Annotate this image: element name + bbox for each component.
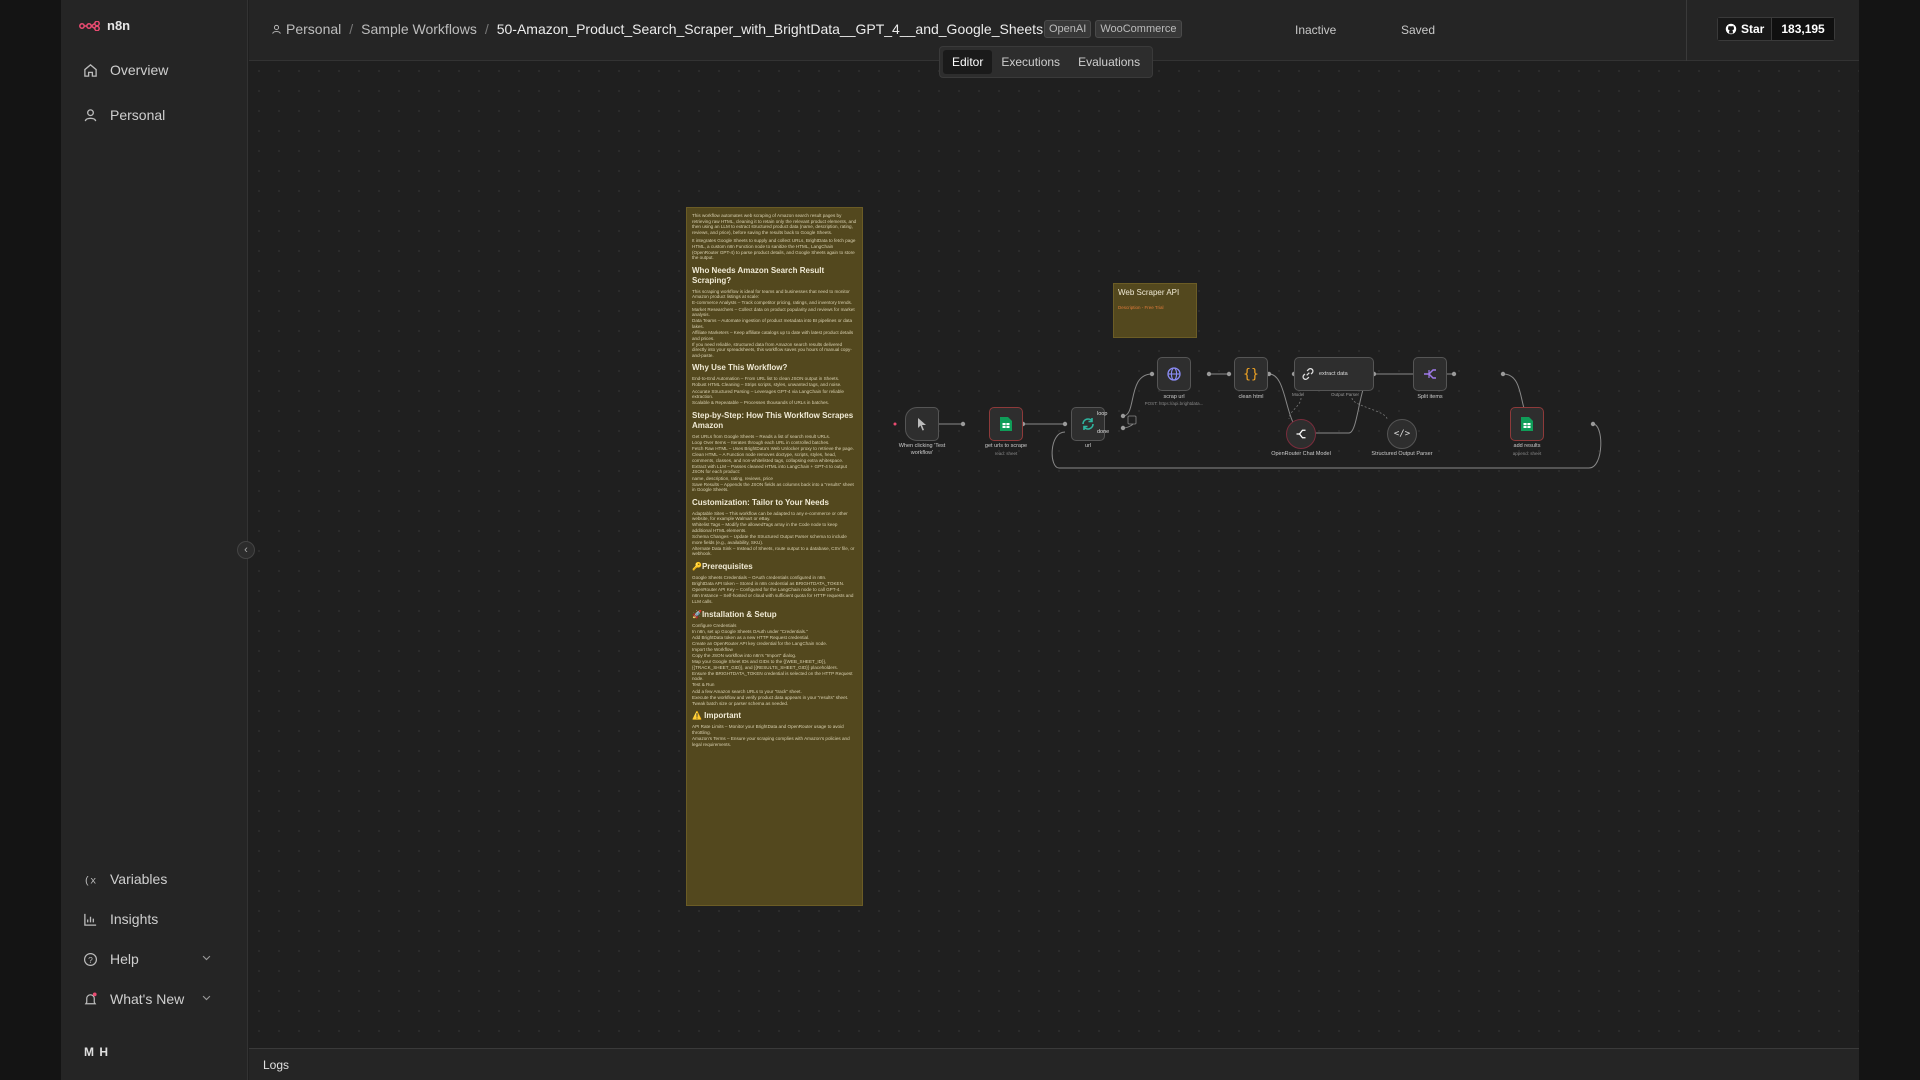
node-label: OpenRouter Chat Model: [1271, 451, 1331, 457]
help-icon: ?: [83, 952, 98, 966]
chevron-down-icon[interactable]: [201, 992, 212, 1003]
chevron-down-icon[interactable]: [201, 952, 212, 963]
divider: [1686, 0, 1687, 61]
loop-icon: [1082, 418, 1094, 430]
sidebar-item-personal[interactable]: Personal: [71, 98, 238, 132]
node-add-results[interactable]: [1510, 407, 1544, 441]
cursor-icon: [918, 418, 926, 431]
node-split-items[interactable]: [1413, 357, 1447, 391]
port-label-done: done: [1097, 429, 1110, 435]
tag-woocommerce[interactable]: WooCommerce: [1095, 20, 1182, 38]
node-label: Structured Output Parser: [1371, 451, 1433, 457]
sidebar-item-label: Overview: [110, 62, 169, 78]
view-tabs: Editor Executions Evaluations: [939, 46, 1154, 78]
user-icon: [272, 24, 281, 34]
port-label-model: Model: [1292, 392, 1305, 397]
sidebar-item-label: Help: [110, 951, 139, 967]
user-icon: [84, 108, 97, 121]
bell-icon: [84, 991, 97, 1004]
sidebar-item-label: What's New: [110, 991, 185, 1007]
n8n-logo[interactable]: n8n: [79, 18, 130, 33]
breadcrumb-sample-workflows[interactable]: Sample Workflows: [361, 21, 477, 37]
link-chain-icon: [1302, 368, 1314, 380]
port-label-output-parser: Output Parser: [1331, 392, 1360, 397]
sidebar: n8n Overview Personal (x) Variables Insi…: [61, 0, 248, 1080]
node-label: extract data: [1319, 371, 1348, 377]
logs-panel[interactable]: Logs: [249, 1048, 1859, 1080]
tag-openai[interactable]: OpenAI: [1044, 20, 1092, 38]
google-sheets-icon: [1521, 417, 1533, 431]
workflow-canvas[interactable]: This workflow automates web scraping of …: [249, 61, 1859, 1048]
svg-text:(x): (x): [84, 875, 98, 887]
port-label-loop: loop: [1097, 411, 1108, 417]
collapse-sidebar-button[interactable]: ‹: [237, 541, 255, 559]
user-avatar[interactable]: M H: [84, 1045, 109, 1059]
sidebar-item-whats-new[interactable]: What's New: [71, 982, 238, 1016]
variables-icon: (x): [84, 875, 98, 887]
connection-lines: [893, 371, 1602, 469]
breadcrumb: Personal / Sample Workflows / 50-Amazon_…: [271, 21, 1043, 37]
node-label: url: [1084, 443, 1092, 449]
tab-evaluations[interactable]: Evaluations: [1069, 50, 1149, 74]
breadcrumb-personal[interactable]: Personal: [286, 21, 341, 37]
github-star-label: Star: [1718, 18, 1773, 40]
insights-icon: [84, 913, 97, 926]
node-label: scrap url: [1163, 394, 1185, 400]
app-window: n8n Overview Personal (x) Variables Insi…: [61, 0, 1859, 1080]
openrouter-icon: [1296, 429, 1306, 439]
github-star-button[interactable]: Star 183,195: [1717, 17, 1835, 41]
star-text: Star: [1741, 22, 1765, 36]
sidebar-item-insights[interactable]: Insights: [71, 902, 238, 936]
tab-executions[interactable]: Executions: [992, 50, 1069, 74]
sidebar-item-label: Variables: [110, 871, 168, 887]
node-manual-trigger[interactable]: [905, 407, 939, 441]
node-label: get urls to scrape: [984, 443, 1028, 449]
code-tag-icon: </>: [1393, 429, 1411, 439]
node-subtitle: read: sheet: [994, 451, 1018, 456]
svg-text:?: ?: [88, 954, 93, 964]
node-structured-output-parser[interactable]: </>: [1387, 419, 1417, 449]
sidebar-item-help[interactable]: ? Help: [71, 942, 238, 976]
workflow-active-status[interactable]: Inactive: [1295, 23, 1336, 37]
split-icon: [1424, 369, 1436, 379]
node-label: Split items: [1417, 394, 1443, 400]
home-icon: [84, 63, 97, 77]
tab-editor[interactable]: Editor: [943, 50, 993, 74]
globe-icon: [1167, 367, 1181, 381]
node-label: add results: [1513, 443, 1541, 449]
n8n-logo-icon: [79, 20, 100, 31]
node-extract-data[interactable]: extract data: [1294, 357, 1374, 391]
workflow-name[interactable]: 50-Amazon_Product_Search_Scraper_with_Br…: [497, 21, 1043, 37]
node-subtitle: POST: https://api.brightdata...: [1144, 401, 1204, 406]
breadcrumb-separator: /: [484, 21, 489, 37]
save-status: Saved: [1401, 23, 1436, 37]
node-openrouter-chat-model[interactable]: [1286, 419, 1316, 449]
sidebar-item-variables[interactable]: (x) Variables: [71, 862, 238, 896]
github-icon: [1725, 23, 1737, 35]
github-star-count: 183,195: [1772, 18, 1834, 40]
app-name: n8n: [107, 18, 131, 33]
logs-label: Logs: [263, 1058, 290, 1072]
breadcrumb-separator: /: [349, 21, 354, 37]
node-label: clean html: [1238, 394, 1264, 400]
code-icon: {}: [1243, 366, 1259, 382]
google-sheets-icon: [1000, 417, 1012, 431]
sidebar-item-overview[interactable]: Overview: [71, 53, 238, 87]
node-subtitle: append: sheet: [1512, 451, 1542, 456]
node-scrap-url[interactable]: [1157, 357, 1191, 391]
sidebar-item-label: Personal: [110, 107, 166, 123]
node-clean-html[interactable]: {}: [1234, 357, 1268, 391]
node-get-urls[interactable]: [989, 407, 1023, 441]
sidebar-item-label: Insights: [110, 911, 159, 927]
node-label: When clicking 'Test workflow': [898, 443, 946, 456]
chevron-left-icon: ‹: [244, 544, 248, 556]
workflow-tags: OpenAI WooCommerce: [1040, 20, 1182, 38]
